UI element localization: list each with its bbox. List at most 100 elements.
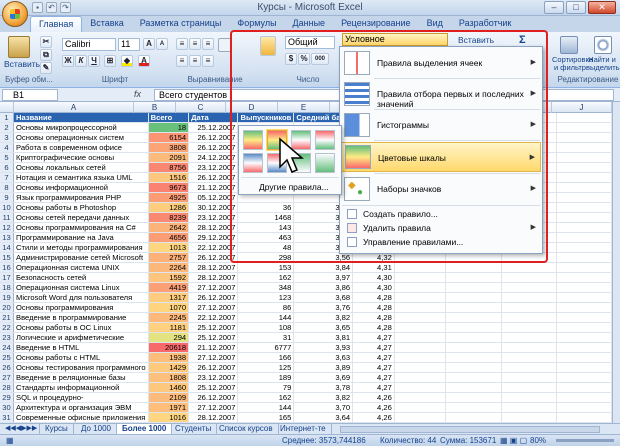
cell[interactable]: 1286 (148, 202, 190, 213)
cell[interactable]: 143 (237, 222, 295, 233)
cell[interactable]: 28.12.2007 (188, 412, 239, 423)
cell[interactable]: 1317 (148, 292, 190, 303)
cell[interactable]: 1429 (148, 362, 190, 373)
cell[interactable] (556, 122, 612, 133)
cell[interactable]: 2642 (148, 222, 190, 233)
cell[interactable]: 1592 (148, 272, 190, 283)
cell[interactable] (556, 202, 612, 213)
cell[interactable]: 3,65 (293, 322, 354, 333)
cell[interactable]: 28.12.2007 (188, 262, 239, 273)
cell[interactable] (445, 372, 503, 383)
cell[interactable] (394, 282, 446, 293)
more-rules-link[interactable]: Другие правила... (259, 182, 329, 192)
cell[interactable] (556, 402, 612, 413)
row-header[interactable]: 16 (0, 262, 14, 273)
grow-font-button[interactable]: A (143, 38, 155, 50)
cell[interactable]: 153 (237, 262, 295, 273)
cell[interactable]: 4,28 (352, 302, 395, 313)
row-header[interactable]: 18 (0, 282, 14, 293)
cell[interactable] (445, 292, 503, 303)
row-header[interactable]: 21 (0, 312, 14, 323)
cell[interactable]: 4925 (148, 192, 190, 203)
cell[interactable] (556, 282, 612, 293)
cell[interactable] (556, 252, 612, 263)
row-header[interactable]: 22 (0, 322, 14, 333)
sort-filter-icon[interactable] (560, 36, 578, 54)
row-header[interactable]: 8 (0, 182, 14, 193)
align-center-icon[interactable]: ≡ (189, 55, 201, 67)
cell[interactable] (501, 282, 558, 293)
cell[interactable]: 1938 (148, 352, 190, 363)
cell[interactable]: 25.12.2007 (188, 122, 239, 133)
cell[interactable] (394, 382, 446, 393)
cell[interactable]: Криптографические основы (13, 152, 149, 163)
cell[interactable]: 2245 (148, 312, 190, 323)
cell[interactable] (445, 412, 503, 423)
cell[interactable]: 4,27 (352, 332, 395, 343)
cell[interactable]: Основы программирования на C# (13, 222, 149, 233)
cell[interactable]: 4,30 (352, 282, 395, 293)
cell[interactable] (394, 252, 446, 263)
row-header[interactable]: 11 (0, 212, 14, 223)
tab-data[interactable]: Данные (285, 16, 334, 32)
cell[interactable]: 3,68 (293, 292, 354, 303)
cell[interactable]: 1460 (148, 382, 190, 393)
cell[interactable]: 144 (237, 312, 295, 323)
cell[interactable]: Основы работы в ОС Linux (13, 322, 149, 333)
cell[interactable] (556, 212, 612, 223)
cell[interactable] (556, 192, 612, 203)
cell[interactable]: Программирование на Java (13, 232, 149, 243)
cell[interactable] (556, 322, 612, 333)
cell[interactable]: 294 (148, 332, 190, 343)
borders-icon[interactable]: ⊞ (104, 55, 116, 67)
tab-insert[interactable]: Вставка (82, 16, 131, 32)
cell[interactable]: 3,82 (293, 312, 354, 323)
cell[interactable]: 27.12.2007 (188, 302, 239, 313)
cell[interactable]: 1181 (148, 322, 190, 333)
cell[interactable]: Язык программирования PHP (13, 192, 149, 203)
row-header[interactable]: 14 (0, 242, 14, 253)
find-select-button[interactable]: Найти и выделить (586, 56, 620, 72)
cell[interactable]: 3,63 (293, 352, 354, 363)
row-header[interactable]: 20 (0, 302, 14, 313)
cell[interactable]: 3,82 (293, 392, 354, 403)
cell[interactable] (445, 262, 503, 273)
cell[interactable] (394, 302, 446, 313)
cell[interactable]: 162 (237, 272, 295, 283)
column-header-E[interactable]: E (278, 102, 330, 113)
cell[interactable]: 25.12.2007 (188, 382, 239, 393)
cell[interactable]: 29.12.2007 (188, 232, 239, 243)
cell[interactable]: 3,76 (293, 302, 354, 313)
cell[interactable]: Стили и методы программирования (13, 242, 149, 253)
save-icon[interactable]: ▪ (32, 2, 43, 13)
cell[interactable]: 1808 (148, 372, 190, 383)
row-header[interactable]: 6 (0, 162, 14, 173)
cell[interactable]: 189 (237, 372, 295, 383)
cell[interactable]: 162 (237, 392, 295, 403)
cell[interactable] (501, 402, 558, 413)
cell[interactable]: 1516 (148, 172, 190, 183)
font-name-select[interactable]: Calibri (62, 38, 116, 51)
cell[interactable]: 3,70 (293, 402, 354, 413)
menu-clear-rules[interactable]: Удалить правила ▶ (341, 222, 541, 235)
cell[interactable]: 1016 (148, 412, 190, 423)
column-header-C[interactable]: C (176, 102, 226, 113)
cell[interactable]: 1013 (148, 242, 190, 253)
menu-manage-rules[interactable]: Управление правилами... (341, 236, 541, 249)
row-header[interactable]: 3 (0, 132, 14, 143)
cell[interactable] (501, 392, 558, 403)
paste-icon[interactable] (8, 36, 30, 58)
cell[interactable]: Основы сетей передачи данных (13, 212, 149, 223)
cell[interactable]: Введение в HTML (13, 342, 149, 353)
column-header-A[interactable]: A (14, 102, 134, 113)
header-cell[interactable]: Всего (148, 113, 190, 123)
cell[interactable]: 4,27 (352, 362, 395, 373)
cell[interactable]: Безопасность сетей (13, 272, 149, 283)
row-header[interactable]: 31 (0, 412, 14, 423)
currency-icon[interactable]: $ (285, 53, 297, 65)
cell[interactable] (556, 392, 612, 403)
row-header[interactable]: 9 (0, 192, 14, 203)
cell[interactable] (501, 322, 558, 333)
cell[interactable] (556, 262, 612, 273)
copy-icon[interactable]: ⧉ (40, 49, 52, 61)
